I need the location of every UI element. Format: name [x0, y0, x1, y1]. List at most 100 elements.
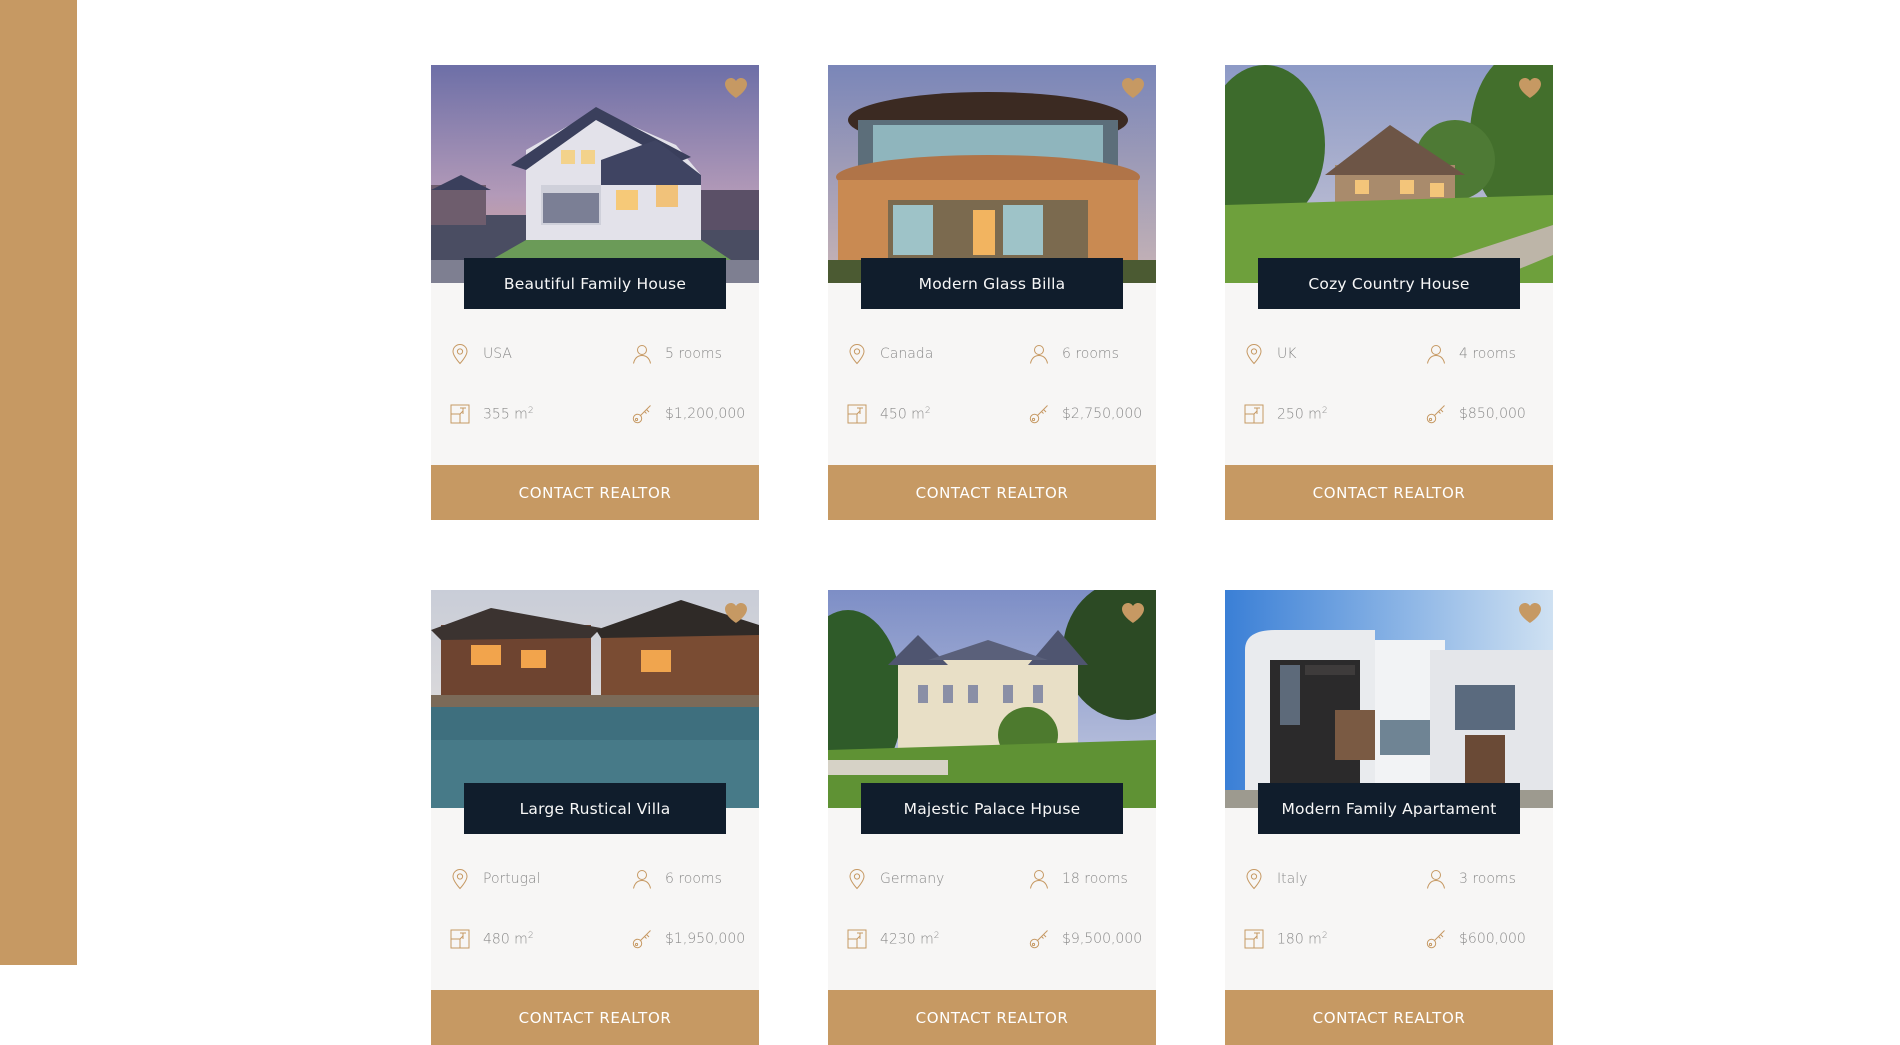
home-info: Canada 6 rooms 450 m2 $2,750,000: [846, 343, 1146, 425]
home-location: Portugal: [449, 868, 631, 890]
contact-realtor-button[interactable]: CONTACT REALTOR: [1225, 465, 1553, 520]
home-rooms-text: 6 rooms: [1062, 346, 1119, 362]
home-info: Portugal 6 rooms 480 m2 $1,950,000: [449, 868, 749, 950]
key-icon: [1028, 403, 1050, 425]
home-card: Cozy Country House UK 4 rooms 250 m2 $85…: [1225, 65, 1553, 520]
home-rooms: 6 rooms: [631, 868, 749, 890]
heart-icon[interactable]: [1518, 77, 1542, 99]
heart-icon[interactable]: [724, 77, 748, 99]
home-area: 4230 m2: [846, 928, 1028, 950]
home-location-text: Italy: [1277, 871, 1308, 887]
home-card: Majestic Palace Hpuse Germany 18 rooms 4…: [828, 590, 1156, 1045]
home-name: Modern Family Apartament: [1258, 783, 1520, 834]
home-area-text: 480 m2: [483, 930, 534, 948]
home-price: $850,000: [1425, 403, 1543, 425]
map-pin-icon: [449, 868, 471, 890]
home-info: Italy 3 rooms 180 m2 $600,000: [1243, 868, 1543, 950]
home-info: UK 4 rooms 250 m2 $850,000: [1243, 343, 1543, 425]
heart-icon[interactable]: [1121, 602, 1145, 624]
home-photo: [431, 590, 759, 808]
home-name: Majestic Palace Hpuse: [861, 783, 1123, 834]
heart-icon[interactable]: [724, 602, 748, 624]
home-location-text: UK: [1277, 346, 1297, 362]
contact-realtor-button[interactable]: CONTACT REALTOR: [431, 465, 759, 520]
map-pin-icon: [846, 868, 868, 890]
home-rooms-text: 6 rooms: [665, 871, 722, 887]
home-name: Modern Glass Billa: [861, 258, 1123, 309]
home-rooms: 6 rooms: [1028, 343, 1146, 365]
home-rooms: 5 rooms: [631, 343, 749, 365]
home-rooms-text: 4 rooms: [1459, 346, 1516, 362]
home-price-text: $9,500,000: [1062, 931, 1143, 947]
user-icon: [631, 343, 653, 365]
area-icon: [846, 403, 868, 425]
area-icon: [1243, 928, 1265, 950]
home-photo: [431, 65, 759, 283]
home-price: $600,000: [1425, 928, 1543, 950]
home-card: Beautiful Family House USA 5 rooms 355 m…: [431, 65, 759, 520]
user-icon: [1425, 343, 1447, 365]
home-price: $1,950,000: [631, 928, 749, 950]
home-price: $1,200,000: [631, 403, 749, 425]
area-icon: [449, 403, 471, 425]
home-name: Cozy Country House: [1258, 258, 1520, 309]
home-rooms: 18 rooms: [1028, 868, 1146, 890]
contact-realtor-button[interactable]: CONTACT REALTOR: [828, 465, 1156, 520]
home-area-text: 355 m2: [483, 405, 534, 423]
map-pin-icon: [449, 343, 471, 365]
key-icon: [1425, 928, 1447, 950]
home-area: 480 m2: [449, 928, 631, 950]
area-icon: [1243, 403, 1265, 425]
home-rooms-text: 3 rooms: [1459, 871, 1516, 887]
home-price-text: $600,000: [1459, 931, 1526, 947]
home-area: 180 m2: [1243, 928, 1425, 950]
heart-icon[interactable]: [1518, 602, 1542, 624]
home-card: Large Rustical Villa Portugal 6 rooms 48…: [431, 590, 759, 1045]
user-icon: [1028, 868, 1050, 890]
area-icon: [449, 928, 471, 950]
home-location-text: Canada: [880, 346, 934, 362]
user-icon: [631, 868, 653, 890]
home-rooms-text: 18 rooms: [1062, 871, 1128, 887]
home-location-text: Portugal: [483, 871, 541, 887]
home-info: Germany 18 rooms 4230 m2 $9,500,000: [846, 868, 1146, 950]
home-rooms: 4 rooms: [1425, 343, 1543, 365]
key-icon: [1425, 403, 1447, 425]
heart-icon[interactable]: [1121, 77, 1145, 99]
home-location-text: USA: [483, 346, 512, 362]
key-icon: [631, 403, 653, 425]
contact-realtor-button[interactable]: CONTACT REALTOR: [431, 990, 759, 1045]
map-pin-icon: [846, 343, 868, 365]
home-photo: [828, 65, 1156, 283]
key-icon: [1028, 928, 1050, 950]
home-location: Canada: [846, 343, 1028, 365]
contact-realtor-button[interactable]: CONTACT REALTOR: [1225, 990, 1553, 1045]
key-icon: [631, 928, 653, 950]
home-price-text: $1,950,000: [665, 931, 746, 947]
home-area-text: 250 m2: [1277, 405, 1328, 423]
home-location: Italy: [1243, 868, 1425, 890]
home-location: Germany: [846, 868, 1028, 890]
home-photo: [1225, 65, 1553, 283]
home-card: Modern Family Apartament Italy 3 rooms 1…: [1225, 590, 1553, 1045]
home-name: Large Rustical Villa: [464, 783, 726, 834]
home-area-text: 450 m2: [880, 405, 931, 423]
contact-realtor-button[interactable]: CONTACT REALTOR: [828, 990, 1156, 1045]
home-rooms-text: 5 rooms: [665, 346, 722, 362]
home-card: Modern Glass Billa Canada 6 rooms 450 m2…: [828, 65, 1156, 520]
map-pin-icon: [1243, 343, 1265, 365]
home-price-text: $1,200,000: [665, 406, 746, 422]
home-area: 250 m2: [1243, 403, 1425, 425]
home-rooms: 3 rooms: [1425, 868, 1543, 890]
user-icon: [1028, 343, 1050, 365]
home-price: $9,500,000: [1028, 928, 1146, 950]
home-name: Beautiful Family House: [464, 258, 726, 309]
home-info: USA 5 rooms 355 m2 $1,200,000: [449, 343, 749, 425]
home-location: USA: [449, 343, 631, 365]
home-photo: [828, 590, 1156, 808]
home-price-text: $850,000: [1459, 406, 1526, 422]
home-area-text: 4230 m2: [880, 930, 940, 948]
home-area: 355 m2: [449, 403, 631, 425]
home-price-text: $2,750,000: [1062, 406, 1143, 422]
home-location: UK: [1243, 343, 1425, 365]
